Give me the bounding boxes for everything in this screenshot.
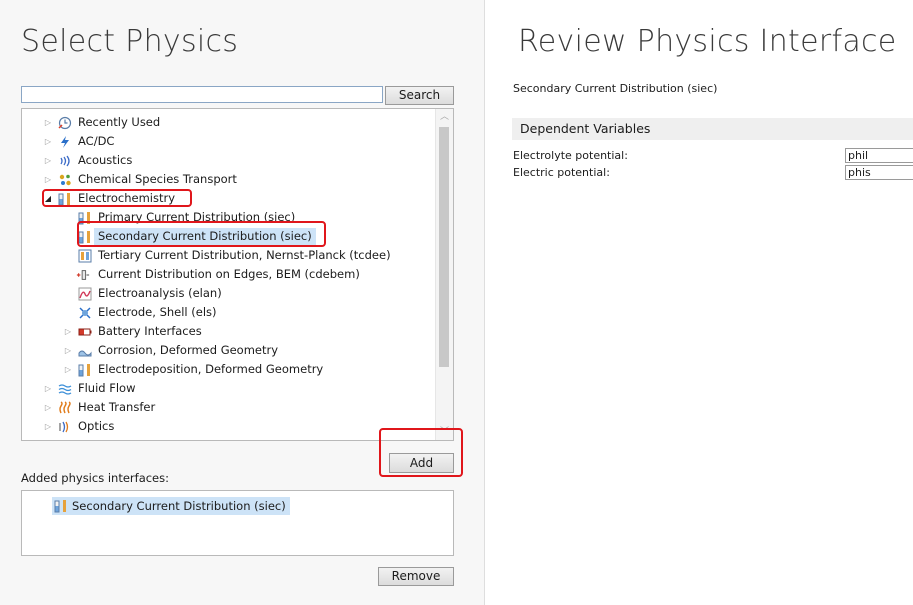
remove-button[interactable]: Remove (378, 567, 454, 586)
tree-item-label: Tertiary Current Distribution, Nernst-Pl… (98, 248, 391, 262)
expand-arrow-icon[interactable]: ▷ (44, 132, 52, 151)
scroll-thumb[interactable] (439, 127, 449, 367)
tree-item-heat-transfer[interactable]: ▷ Heat Transfer (22, 398, 432, 417)
tree-item-electrode-shell[interactable]: Electrode, Shell (els) (22, 303, 432, 322)
tree-scrollbar[interactable]: ︿ ﹀ (435, 109, 453, 440)
tree-item-electroanalysis[interactable]: Electroanalysis (elan) (22, 284, 432, 303)
collapse-arrow-icon[interactable]: ◢ (44, 189, 52, 208)
electrochemistry-icon (58, 193, 70, 206)
review-physics-title: Review Physics Interface (518, 24, 897, 59)
tree-item-label: Electrodeposition, Deformed Geometry (98, 362, 324, 376)
dependent-variables-section[interactable]: Dependent Variables (512, 118, 913, 140)
optics-icon (59, 421, 69, 433)
scroll-up-icon[interactable]: ︿ (436, 109, 453, 125)
tree-item-battery-interfaces[interactable]: ▷ Battery Interfaces (22, 322, 432, 341)
expand-arrow-icon[interactable]: ▷ (64, 341, 72, 360)
tree-item-label: Electrochemistry (78, 191, 175, 205)
tree-item-label: AC/DC (78, 134, 115, 148)
edges-bem-icon (76, 270, 90, 280)
tree-item-acdc[interactable]: ▷ AC/DC (22, 132, 432, 151)
expand-arrow-icon[interactable]: ▷ (64, 322, 72, 341)
tree-item-label: Acoustics (78, 153, 133, 167)
tree-item-acoustics[interactable]: ▷ Acoustics (22, 151, 432, 170)
expand-arrow-icon[interactable]: ▷ (44, 170, 52, 189)
electric-potential-field[interactable]: phis (845, 165, 913, 180)
tree-item-primary-current-distribution[interactable]: Primary Current Distribution (siec) (22, 208, 432, 227)
electrode-shell-icon (79, 307, 91, 319)
tree-item-label: Secondary Current Distribution (siec) (94, 228, 316, 245)
tertiary-icon (78, 249, 92, 263)
physics-tree[interactable]: ▷ Recently Used ▷ AC/DC ▷ Acoustics ▷ Ch… (21, 108, 454, 441)
electric-potential-label: Electric potential: (513, 166, 610, 179)
added-physics-list[interactable]: Secondary Current Distribution (siec) (21, 490, 454, 556)
electrochemistry-icon (78, 364, 90, 377)
select-physics-pane: Select Physics Search ▷ Recently Used ▷ … (0, 0, 484, 605)
expand-arrow-icon[interactable]: ▷ (44, 379, 52, 398)
search-input[interactable] (21, 86, 383, 103)
tree-item-label: Battery Interfaces (98, 324, 202, 338)
add-button[interactable]: Add (389, 453, 454, 473)
tree-item-label: Heat Transfer (78, 400, 156, 414)
tree-item-label: Electroanalysis (elan) (98, 286, 222, 300)
heat-transfer-icon (59, 401, 71, 414)
electrochemistry-icon (78, 212, 90, 225)
tree-item-corrosion[interactable]: ▷ Corrosion, Deformed Geometry (22, 341, 432, 360)
battery-icon (78, 328, 92, 336)
tree-item-secondary-current-distribution[interactable]: Secondary Current Distribution (siec) (22, 227, 432, 246)
electrochemistry-icon (78, 231, 90, 244)
electroanalysis-icon (78, 287, 92, 301)
scroll-down-icon[interactable]: ﹀ (436, 424, 453, 440)
tree-item-label: Primary Current Distribution (siec) (98, 210, 296, 224)
tree-item-label: Current Distribution on Edges, BEM (cdeb… (98, 267, 360, 281)
added-physics-item[interactable]: Secondary Current Distribution (siec) (52, 497, 290, 515)
electrolyte-potential-label: Electrolyte potential: (513, 149, 628, 162)
search-button[interactable]: Search (385, 86, 454, 105)
added-physics-item-label: Secondary Current Distribution (siec) (72, 499, 286, 513)
electrochemistry-icon (54, 500, 66, 513)
interface-name: Secondary Current Distribution (siec) (513, 82, 718, 95)
fluid-flow-icon (58, 384, 72, 395)
corrosion-icon (78, 350, 92, 357)
expand-arrow-icon[interactable]: ▷ (64, 360, 72, 379)
added-physics-label: Added physics interfaces: (21, 471, 170, 485)
expand-arrow-icon[interactable]: ▷ (44, 398, 52, 417)
tree-item-label: Recently Used (78, 115, 161, 129)
tree-item-label: Corrosion, Deformed Geometry (98, 343, 279, 357)
tree-item-label: Chemical Species Transport (78, 172, 237, 186)
expand-arrow-icon[interactable]: ▷ (44, 151, 52, 170)
tree-item-chemical-species-transport[interactable]: ▷ Chemical Species Transport (22, 170, 432, 189)
tree-item-recently-used[interactable]: ▷ Recently Used (22, 113, 432, 132)
tree-item-optics[interactable]: ▷ Optics (22, 417, 432, 436)
expand-arrow-icon[interactable]: ▷ (44, 417, 52, 436)
tree-item-electrochemistry[interactable]: ◢ Electrochemistry (22, 189, 432, 208)
clock-icon (58, 116, 72, 130)
tree-item-current-distribution-edges-bem[interactable]: Current Distribution on Edges, BEM (cdeb… (22, 265, 432, 284)
review-physics-pane: Review Physics Interface Secondary Curre… (485, 0, 913, 605)
acoustics-icon (60, 155, 70, 167)
molecules-icon (59, 174, 71, 186)
expand-arrow-icon: ▷ (44, 436, 52, 440)
tree-item-tertiary-current-distribution[interactable]: Tertiary Current Distribution, Nernst-Pl… (22, 246, 432, 265)
tree-item-label: Optics (78, 419, 115, 433)
section-header-label: Dependent Variables (520, 121, 651, 136)
tree-item-partial: ▷ (22, 436, 432, 441)
select-physics-title: Select Physics (21, 24, 239, 59)
tree-item-fluid-flow[interactable]: ▷ Fluid Flow (22, 379, 432, 398)
plasma-icon (58, 439, 72, 441)
tree-item-electrodeposition[interactable]: ▷ Electrodeposition, Deformed Geometry (22, 360, 432, 379)
acdc-icon (61, 136, 69, 148)
electrolyte-potential-field[interactable]: phil (845, 148, 913, 163)
expand-arrow-icon[interactable]: ▷ (44, 113, 52, 132)
tree-item-label: Fluid Flow (78, 381, 136, 395)
tree-item-label: Electrode, Shell (els) (98, 305, 217, 319)
